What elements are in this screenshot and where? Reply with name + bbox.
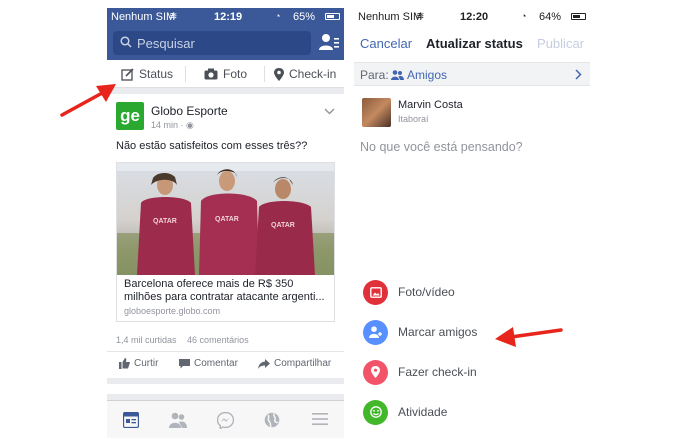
annotation-arrow-icon — [495, 327, 563, 347]
page-title: Atualizar status — [426, 36, 523, 51]
option-label: Foto/vídeo — [398, 285, 455, 299]
alarm-icon: ◔ — [521, 11, 527, 21]
top-bar: Nenhum SIM ≋ 12:19 ◔ 65% — [107, 8, 344, 60]
friends-icon — [391, 70, 404, 80]
jersey-text: QATAR — [215, 216, 239, 223]
post-message: Não estão satisfeitos com esses três?? — [116, 140, 308, 152]
battery-icon — [325, 13, 340, 20]
cancel-button[interactable]: Cancelar — [360, 36, 412, 51]
option-label: Fazer check-in — [398, 365, 477, 379]
user-name: Marvin Costa — [398, 99, 463, 111]
likes-count[interactable]: 1,4 mil curtidas — [116, 335, 177, 345]
battery-label: 65% — [293, 11, 316, 23]
post-time-text: 14 min · — [151, 120, 187, 130]
battery-icon — [571, 13, 586, 20]
comment-button[interactable]: Comentar — [179, 358, 238, 369]
left-phone-screen: Nenhum SIM ≋ 12:19 ◔ 65% Status Foto Che… — [107, 8, 344, 438]
share-button[interactable]: Compartilhar — [258, 358, 331, 369]
status-input[interactable] — [360, 136, 582, 158]
friends-icon[interactable] — [169, 412, 187, 428]
reaction-counts[interactable]: 1,4 mil curtidas 46 comentários — [116, 335, 257, 345]
audience-value-text: Amigos — [407, 68, 448, 82]
search-input[interactable] — [137, 33, 305, 53]
comment-icon — [179, 359, 190, 369]
wifi-icon: ≋ — [416, 11, 425, 22]
option-label: Atividade — [398, 405, 448, 419]
publish-button[interactable]: Publicar — [537, 36, 584, 51]
players-photo: QATAR QATAR QATAR — [117, 163, 334, 275]
audience-selector[interactable]: Para: Amigos — [354, 62, 590, 86]
share-label: Compartilhar — [274, 358, 332, 369]
photo-label: Foto — [223, 67, 248, 81]
composer-bar: Status Foto Check-in — [107, 60, 344, 88]
status-label: Status — [139, 67, 174, 81]
option-label: Marcar amigos — [398, 325, 478, 339]
friend-requests-icon[interactable] — [319, 33, 339, 51]
link-domain: globoesporte.globo.com — [124, 306, 221, 316]
comment-label: Comentar — [194, 358, 238, 369]
next-post-edge — [107, 384, 344, 394]
link-preview[interactable]: QATAR QATAR QATAR Barcelona oferece mais… — [116, 162, 335, 322]
clock: 12:19 — [214, 11, 243, 23]
audience-value: Amigos — [391, 68, 447, 82]
avatar — [362, 98, 391, 127]
globe-icon: ◉ — [186, 120, 194, 130]
divider — [185, 66, 186, 82]
menu-icon[interactable] — [312, 412, 328, 426]
divider — [264, 66, 265, 82]
like-label: Curtir — [134, 358, 159, 369]
photo-icon — [363, 279, 388, 305]
smiley-icon — [363, 399, 388, 425]
divider — [107, 351, 344, 352]
search-icon — [120, 36, 132, 48]
post-time: 14 min · ◉ — [151, 120, 194, 131]
edit-icon — [121, 67, 134, 81]
globe-icon[interactable] — [264, 412, 280, 428]
photo-video-option[interactable]: Foto/vídeo — [363, 279, 583, 305]
annotation-arrow-icon — [60, 84, 116, 117]
chevron-right-icon — [575, 69, 582, 80]
link-title-line: Barcelona oferece mais de R$ 350 — [124, 278, 294, 290]
alarm-icon: ◔ — [275, 11, 281, 21]
checkin-option[interactable]: Fazer check-in — [363, 359, 583, 385]
messenger-icon[interactable] — [217, 412, 234, 429]
wifi-icon: ≋ — [169, 11, 178, 22]
location-icon — [363, 359, 388, 385]
audience-label: Para: — [360, 68, 389, 82]
page-logo[interactable]: ge — [116, 102, 144, 130]
checkin-button[interactable]: Check-in — [274, 60, 336, 88]
link-title: Barcelona oferece mais de R$ 350 milhões… — [124, 278, 331, 304]
jersey-text: QATAR — [271, 222, 295, 229]
right-phone-screen: Nenhum SIM ≋ 12:20 ◔ 64% Cancelar Atuali… — [354, 8, 590, 438]
status-button[interactable]: Status — [121, 60, 173, 88]
tag-friends-icon — [363, 319, 388, 345]
activity-option[interactable]: Atividade — [363, 399, 583, 425]
photo-button[interactable]: Foto — [204, 60, 247, 88]
post-author[interactable]: Globo Esporte — [151, 104, 228, 118]
news-feed-icon[interactable] — [123, 412, 139, 428]
link-image: QATAR QATAR QATAR — [117, 163, 334, 275]
battery-label: 64% — [539, 11, 562, 23]
user-location: Itaboraí — [398, 114, 429, 124]
carrier-label: Nenhum SIM — [111, 11, 176, 23]
checkin-label: Check-in — [289, 67, 337, 81]
location-pin-icon — [274, 67, 284, 81]
status-bar: Nenhum SIM ≋ 12:20 ◔ 64% — [354, 8, 590, 26]
carrier-label: Nenhum SIM — [358, 11, 423, 23]
camera-icon — [204, 68, 218, 80]
feed-post: ge Globo Esporte 14 min · ◉ Não estão sa… — [107, 94, 344, 378]
thumbs-up-icon — [119, 358, 130, 369]
comments-count[interactable]: 46 comentários — [187, 335, 249, 345]
clock: 12:20 — [460, 11, 489, 23]
like-button[interactable]: Curtir — [119, 358, 158, 369]
status-bar: Nenhum SIM ≋ 12:19 ◔ 65% — [107, 8, 344, 26]
search-box[interactable] — [113, 31, 311, 55]
nav-bar: Cancelar Atualizar status Publicar — [354, 28, 590, 60]
tab-bar — [107, 400, 344, 438]
jersey-text: QATAR — [153, 218, 177, 225]
link-title-line: milhões para contratar atacante argenti.… — [124, 291, 325, 303]
share-icon — [258, 358, 270, 369]
chevron-down-icon[interactable] — [324, 108, 335, 115]
